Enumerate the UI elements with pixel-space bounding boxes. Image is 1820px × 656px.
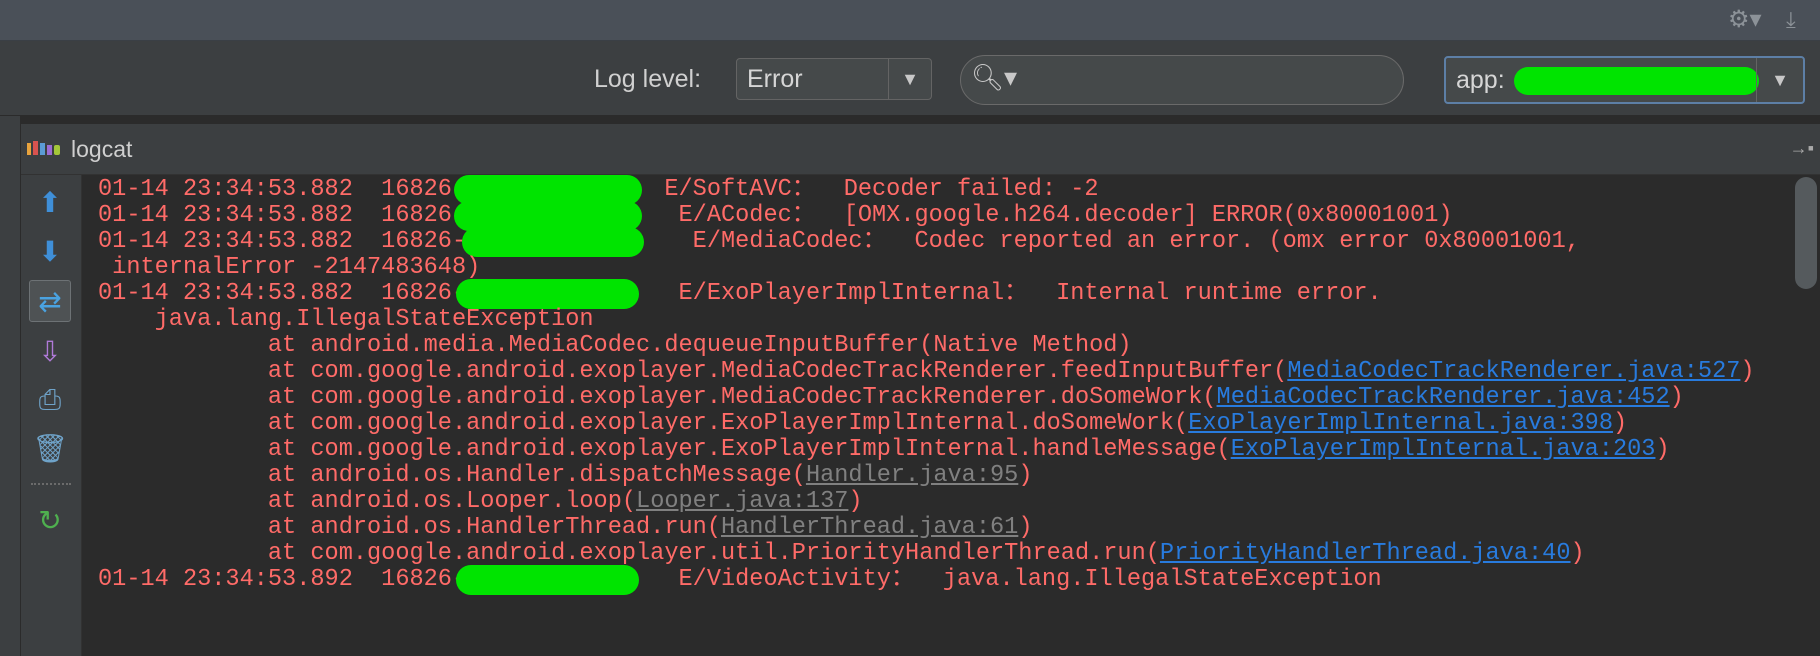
source-link[interactable]: MediaCodecTrackRenderer.java:452 [1217, 384, 1670, 411]
log-output[interactable]: 01-14 23:34:53.882 16826-1684 E/SoftAVC：… [84, 175, 1792, 656]
redaction-mark [1514, 67, 1759, 95]
source-link[interactable]: PriorityHandlerThread.java:40 [1160, 540, 1571, 567]
log-line-text: at com.google.android.exoplayer.MediaCod… [98, 384, 1217, 411]
filter-bar: Log level: Error ▼ 🔍︎▾ app: ▼ [0, 41, 1820, 116]
restart-icon[interactable]: ↻ [29, 499, 71, 541]
chevron-down-icon[interactable]: ▼ [888, 59, 931, 99]
chevron-down-icon[interactable]: ▼ [1756, 58, 1803, 102]
log-line-text: at android.os.Handler.dispatchMessage( [98, 462, 806, 489]
search-input[interactable]: 🔍︎▾ [960, 55, 1404, 105]
log-line-suffix: ) [1570, 540, 1585, 567]
vertical-scrollbar[interactable] [1792, 175, 1820, 656]
log-line-text: at com.google.android.exoplayer.MediaCod… [98, 358, 1288, 385]
log-line-text: at com.google.android.exoplayer.util.Pri… [98, 540, 1160, 567]
logcat-toolbar: ⬆ ⬇ ⇄ ⇩ ⎙ 🗑︎ ↻ [21, 175, 82, 656]
left-edge-strip [0, 116, 21, 656]
log-line-text: at android.os.HandlerThread.run( [98, 514, 721, 541]
source-link[interactable]: ExoPlayerImplInternal.java:203 [1231, 436, 1656, 463]
scroll-up-icon[interactable]: ⬆ [29, 181, 71, 223]
log-line-text: java.lang.IllegalStateException [98, 306, 594, 333]
toolbar-separator [31, 483, 71, 485]
log-line-message: E/VideoActivity： java.lang.IllegalStateE… [678, 566, 1382, 593]
print-icon[interactable]: ⎙ [29, 379, 71, 421]
redaction-mark [456, 565, 639, 595]
log-line-suffix: ) [848, 488, 863, 515]
source-link[interactable]: ExoPlayerImplInternal.java:398 [1188, 410, 1613, 437]
scrollbar-thumb[interactable] [1795, 177, 1817, 289]
log-level-select[interactable]: Error ▼ [736, 58, 932, 100]
log-line: 01-14 23:34:53.892 16826-16826 E/VideoAc… [98, 565, 1382, 595]
clear-log-icon[interactable]: 🗑︎ [29, 427, 71, 469]
app-filter-select[interactable]: app: ▼ [1444, 56, 1805, 104]
log-line-text: at com.google.android.exoplayer.ExoPlaye… [98, 436, 1231, 463]
log-line-message: E/ExoPlayerImplInternal： Internal runtim… [678, 280, 1382, 307]
source-link[interactable]: HandlerThread.java:61 [721, 514, 1018, 541]
log-line-suffix: ) [1655, 436, 1670, 463]
log-line-message: E/ACodec： [OMX.google.h264.decoder] ERRO… [678, 202, 1453, 229]
log-level-label: Log level: [594, 65, 702, 93]
log-line-text: internalError -2147483648) [98, 254, 481, 281]
panel-title: logcat [71, 136, 133, 162]
top-bar: ⚙▾ ⤓ [0, 0, 1820, 41]
log-line-text: at com.google.android.exoplayer.ExoPlaye… [98, 410, 1189, 437]
log-line-suffix: ) [1018, 462, 1033, 489]
android-logcat-icon [27, 141, 60, 155]
scroll-down-icon[interactable]: ⬇ [29, 230, 71, 272]
pin-icon[interactable]: →▪ [1790, 138, 1814, 159]
soft-wrap-icon[interactable]: ⇄ [29, 280, 71, 322]
source-link[interactable]: MediaCodecTrackRenderer.java:527 [1287, 358, 1740, 385]
log-line-message: E/SoftAVC： Decoder failed: -2 [664, 176, 1099, 203]
log-line-text: at android.media.MediaCodec.dequeueInput… [98, 332, 1132, 359]
log-line-suffix: ) [1612, 410, 1628, 437]
source-link[interactable]: Handler.java:95 [806, 462, 1018, 489]
log-line-text: at android.os.Looper.loop( [98, 488, 637, 515]
log-level-value: Error [747, 65, 803, 93]
logcat-panel-header: logcat →▪ [21, 124, 1820, 175]
log-line-suffix: ) [1669, 384, 1684, 411]
source-link[interactable]: Looper.java:137 [636, 488, 848, 515]
download-icon[interactable]: ⤓ [1786, 6, 1796, 34]
export-icon[interactable]: ⇩ [29, 330, 71, 372]
log-line-suffix: ) [1740, 358, 1755, 385]
search-icon[interactable]: 🔍︎▾ [971, 62, 1017, 93]
gear-icon[interactable]: ⚙▾ [1728, 6, 1762, 34]
app-filter-prefix: app: [1456, 66, 1505, 94]
log-line-message: E/MediaCodec： Codec reported an error. (… [692, 228, 1580, 255]
log-line-suffix: ) [1018, 514, 1033, 541]
redaction-mark [462, 227, 644, 257]
